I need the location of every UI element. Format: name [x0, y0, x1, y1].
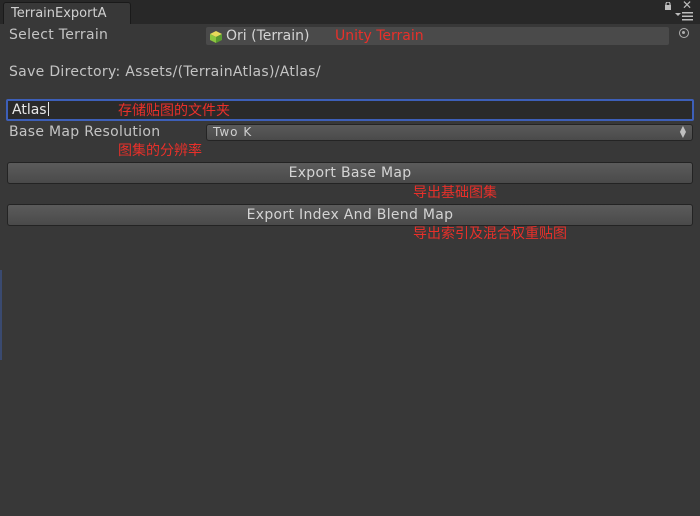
lock-icon[interactable] [664, 1, 672, 12]
export-index-annotation: 导出索引及混合权重贴图 [413, 226, 567, 242]
resolution-annotation: 图集的分辨率 [118, 143, 202, 159]
resolution-dropdown[interactable]: Two K ▲ ▼ [206, 124, 693, 141]
object-picker-icon[interactable] [679, 28, 689, 38]
base-map-resolution-label: Base Map Resolution [9, 124, 161, 140]
select-terrain-label: Select Terrain [9, 27, 109, 43]
export-base-map-button[interactable]: Export Base Map [7, 162, 693, 184]
unity-terrain-annotation: Unity Terrain [335, 28, 424, 44]
menu-icon[interactable] [675, 12, 693, 23]
terrain-object-name: Ori (Terrain) [226, 28, 310, 44]
window-tab[interactable]: TerrainExportA [3, 2, 131, 24]
left-edge-line [0, 270, 2, 360]
folder-name-input[interactable]: Atlas [6, 99, 694, 121]
inspector-panel [0, 24, 700, 516]
save-directory-label: Save Directory: Assets/(TerrainAtlas)/At… [9, 64, 321, 80]
resolution-selected-value: Two K [213, 125, 253, 139]
terrain-cube-icon [209, 29, 223, 48]
terrain-object-field[interactable]: Ori (Terrain) Unity Terrain [206, 27, 669, 45]
close-icon[interactable]: ✕ [682, 0, 692, 11]
folder-annotation: 存储贴图的文件夹 [118, 103, 230, 119]
dropdown-arrows-icon: ▲ ▼ [679, 124, 686, 139]
window-tab-bar: TerrainExportA ✕ [0, 0, 700, 24]
folder-name-value: Atlas [12, 102, 47, 118]
export-base-annotation: 导出基础图集 [413, 185, 497, 201]
export-index-blend-button[interactable]: Export Index And Blend Map [7, 204, 693, 226]
text-caret [47, 102, 49, 116]
